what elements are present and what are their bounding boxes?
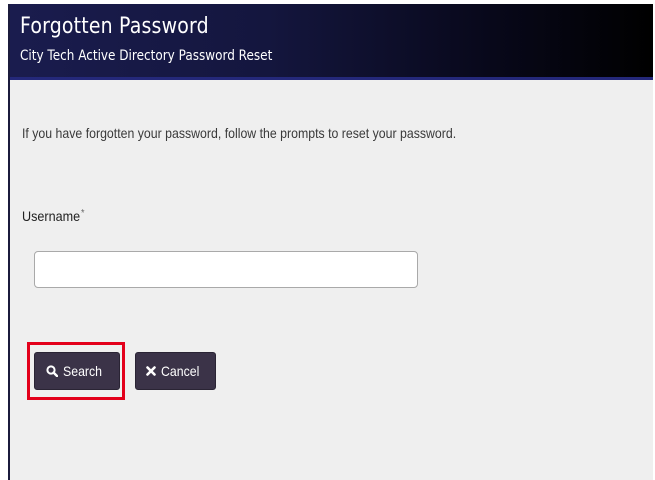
search-button[interactable]: Search bbox=[34, 352, 120, 390]
username-input[interactable] bbox=[34, 251, 418, 288]
username-label: Username* bbox=[22, 208, 85, 224]
close-icon bbox=[146, 366, 157, 376]
page-subtitle: City Tech Active Directory Password Rese… bbox=[20, 48, 273, 64]
page-header: Forgotten Password City Tech Active Dire… bbox=[10, 4, 653, 80]
page-title: Forgotten Password bbox=[20, 14, 209, 39]
cancel-button-label: Cancel bbox=[161, 363, 200, 379]
search-icon bbox=[46, 365, 59, 378]
cancel-button[interactable]: Cancel bbox=[135, 352, 216, 390]
intro-text: If you have forgotten your password, fol… bbox=[22, 125, 457, 141]
username-label-text: Username bbox=[22, 208, 81, 224]
search-button-label: Search bbox=[63, 363, 103, 379]
password-reset-page: Forgotten Password City Tech Active Dire… bbox=[8, 4, 653, 480]
required-marker: * bbox=[81, 208, 85, 219]
